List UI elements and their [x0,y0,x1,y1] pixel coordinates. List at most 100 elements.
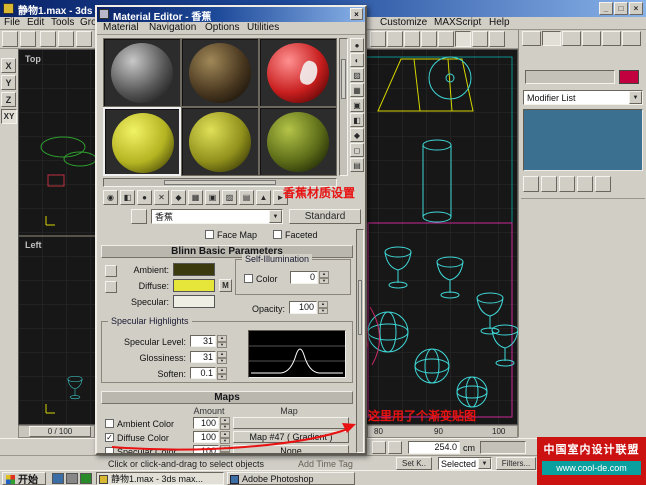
close-button[interactable]: × [629,2,643,15]
material-map-navigator-icon[interactable]: ▤ [350,158,364,172]
lock-ambient-diffuse-icon[interactable] [105,265,117,277]
snap-toggle-icon[interactable] [388,441,402,454]
sample-vertical-scrollbar[interactable] [339,38,348,176]
soften-spinner[interactable] [217,367,227,380]
menu-maxscript[interactable]: MAXScript [434,17,481,28]
object-name-field[interactable] [525,70,615,84]
go-parent-icon[interactable]: ▲ [256,190,271,205]
taskbar-task-max[interactable]: 静物1.max - 3ds max... [96,472,224,485]
material-editor-icon[interactable] [455,31,471,47]
coordinate-field[interactable]: 254.0 [408,441,460,454]
align-icon[interactable] [387,31,403,47]
select-link-icon[interactable] [40,31,56,47]
self-illum-color-checkbox[interactable] [244,274,253,283]
diffuse-map-shortcut-button[interactable]: M [219,279,232,292]
me-menu-navigation[interactable]: Navigation [149,22,196,33]
menu-customize[interactable]: Customize [380,17,427,28]
opacity-spinner[interactable] [318,301,328,314]
maps-rollout[interactable]: Maps [101,391,353,404]
me-menu-utilities[interactable]: Utilities [247,22,279,33]
specular-map-button[interactable]: None [233,445,349,455]
specular-level-value[interactable]: 31 [190,335,216,347]
me-menu-options[interactable]: Options [205,22,239,33]
make-unique-icon[interactable]: ◆ [171,190,186,205]
show-end-result-stack-icon[interactable] [541,176,557,192]
sample-slot-4[interactable] [103,107,181,176]
sample-type-icon[interactable]: ● [350,38,364,52]
chevron-down-icon[interactable] [629,91,642,104]
background-icon[interactable]: ▨ [350,68,364,82]
diffuse-map-spinner[interactable] [220,431,230,444]
set-key-button[interactable]: Set K.. [396,457,432,470]
put-to-library-icon[interactable]: ▦ [188,190,203,205]
chevron-down-icon[interactable] [478,458,491,469]
self-illum-value[interactable]: 0 [290,271,318,284]
motion-tab[interactable] [582,31,601,46]
time-slider-track[interactable]: 0 / 100 [18,425,95,438]
mirror-icon[interactable] [370,31,386,47]
put-material-icon[interactable]: ◧ [120,190,135,205]
diffuse-map-button[interactable]: Map #47 ( Gradient ) [233,431,349,443]
face-map-checkbox[interactable] [205,230,214,239]
self-illum-spinner[interactable] [319,271,329,284]
filters-button[interactable]: Filters... [496,457,536,470]
diffuse-map-amount[interactable]: 100 [193,431,219,443]
get-material-icon[interactable]: ◉ [103,190,118,205]
schematic-view-icon[interactable] [438,31,454,47]
object-color-swatch[interactable] [619,70,639,84]
lock-diffuse-specular-icon[interactable] [105,281,117,293]
sample-slot-5[interactable] [181,107,259,176]
diffuse-color-swatch[interactable] [173,279,215,292]
specular-color-swatch[interactable] [173,295,215,308]
parameters-scrollbar[interactable] [356,229,364,453]
axis-z-button[interactable]: Z [1,92,16,107]
time-slider-handle[interactable]: 0 / 100 [29,426,91,437]
show-map-icon[interactable]: ▨ [222,190,237,205]
render-scene-icon[interactable] [472,31,488,47]
faceted-checkbox[interactable] [273,230,282,239]
scrollbar-thumb[interactable] [164,180,276,185]
material-name-dropdown[interactable]: 香蕉 [151,209,283,224]
sample-slot-3[interactable] [259,38,337,107]
quicklaunch-ie-icon[interactable] [52,473,64,484]
abs-relative-coords-icon[interactable] [372,441,386,454]
select-by-material-icon[interactable]: ◻ [350,143,364,157]
modifier-stack[interactable] [523,109,643,171]
reset-map-icon[interactable]: ✕ [154,190,169,205]
undo-icon[interactable] [2,31,18,47]
key-filter-dropdown[interactable]: Selected [438,457,492,470]
assign-material-icon[interactable]: ● [137,190,152,205]
material-editor-close-icon[interactable]: × [350,8,363,20]
create-tab[interactable] [522,31,541,46]
display-tab[interactable] [602,31,621,46]
sample-slot-6[interactable] [259,107,337,176]
ambient-map-amount[interactable]: 100 [193,417,219,429]
sample-tiling-icon[interactable]: ▦ [350,83,364,97]
start-button[interactable]: 开始 [2,472,46,485]
backlight-icon[interactable]: ◐ [350,53,364,67]
menu-file[interactable]: File [4,17,20,28]
menu-tools[interactable]: Tools [51,17,74,28]
glossiness-spinner[interactable] [217,351,227,364]
ambient-map-button[interactable] [233,417,349,429]
axis-x-button[interactable]: X [1,58,16,73]
sample-slot-1[interactable] [103,38,181,107]
configure-modifier-sets-icon[interactable] [595,176,611,192]
unlink-icon[interactable] [58,31,74,47]
modifier-list-dropdown[interactable]: Modifier List [523,90,643,105]
quick-render-icon[interactable] [489,31,505,47]
glossiness-value[interactable]: 31 [190,351,216,363]
axis-xy-button[interactable]: XY [1,109,17,124]
scrollbar-thumb[interactable] [341,59,346,99]
me-menu-material[interactable]: Material [103,22,139,33]
menu-edit[interactable]: Edit [27,17,44,28]
minimize-button[interactable]: _ [599,2,613,15]
timeline-ruler[interactable]: 80 90 100 [367,425,518,438]
remove-modifier-icon[interactable] [577,176,593,192]
specular-map-amount[interactable]: 100 [193,445,219,455]
pick-material-icon[interactable] [131,209,147,224]
video-color-check-icon[interactable]: ▣ [350,98,364,112]
opacity-value[interactable]: 100 [289,301,317,314]
menu-help[interactable]: Help [489,17,510,28]
diffuse-map-checkbox[interactable]: ✓ [105,433,114,442]
